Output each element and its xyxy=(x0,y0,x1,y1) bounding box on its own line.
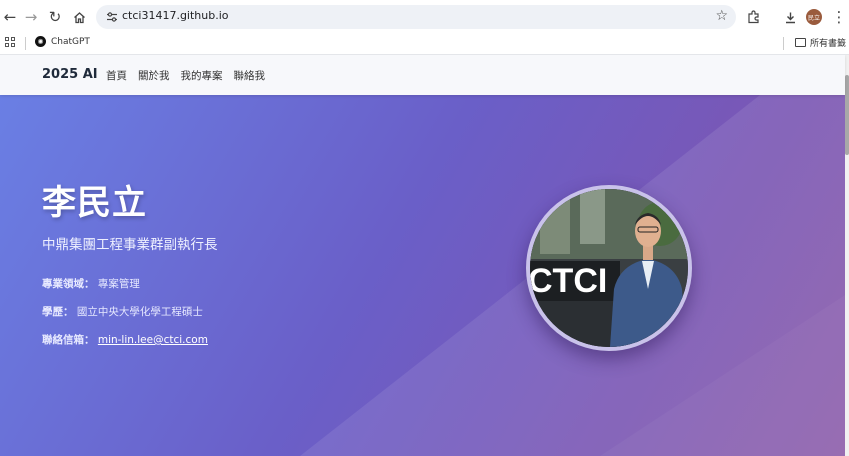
ctci-sign-text: CTCI xyxy=(530,262,607,300)
folder-icon xyxy=(795,38,806,47)
bookmarks-divider xyxy=(783,37,784,50)
bookmarks-bar: ✺ ChatGPT 所有書籤 xyxy=(0,33,849,55)
scrollbar-thumb[interactable] xyxy=(845,75,849,155)
education-value: 國立中央大學化學工程碩士 xyxy=(76,306,203,318)
page-viewport: 2025 AI 首頁 關於我 我的專案 聯絡我 李民立 中鼎集團工程事業群副執行… xyxy=(0,55,849,456)
forward-icon[interactable]: → xyxy=(21,7,41,27)
field-label: 專業領域： xyxy=(42,278,95,290)
info-education-row: 學歷： 國立中央大學化學工程碩士 xyxy=(42,304,203,319)
bookmark-chatgpt[interactable]: ✺ ChatGPT xyxy=(35,36,90,47)
menu-icon[interactable]: ⋮ xyxy=(829,7,849,27)
info-field-row: 專業領域： 專案管理 xyxy=(42,276,140,291)
bookmark-star-icon[interactable]: ☆ xyxy=(715,8,728,24)
back-icon[interactable]: ← xyxy=(0,7,20,27)
all-bookmarks-button[interactable]: 所有書籤 xyxy=(795,36,846,49)
reload-icon[interactable]: ↻ xyxy=(45,7,65,27)
nav-links: 首頁 關於我 我的專案 聯絡我 xyxy=(106,68,265,83)
email-label: 聯絡信箱： xyxy=(42,334,95,346)
profile-photo: CTCI xyxy=(526,185,692,351)
site-info-icon[interactable] xyxy=(104,9,120,25)
nav-link-projects[interactable]: 我的專案 xyxy=(181,68,223,83)
field-value: 專案管理 xyxy=(97,278,140,290)
profile-name: 李民立 xyxy=(42,183,147,223)
portrait-illustration: CTCI xyxy=(530,189,688,347)
profile-avatar[interactable]: 民立 xyxy=(806,9,822,25)
info-email-row: 聯絡信箱： min-lin.lee@ctci.com xyxy=(42,332,208,347)
chatgpt-logo-icon: ✺ xyxy=(35,36,46,47)
all-bookmarks-label: 所有書籤 xyxy=(810,39,847,49)
profile-job-title: 中鼎集團工程事業群副執行長 xyxy=(42,237,218,253)
site-brand[interactable]: 2025 AI xyxy=(42,67,98,82)
url-text[interactable]: ctci31417.github.io xyxy=(122,9,229,22)
download-icon[interactable] xyxy=(780,7,800,27)
page-scrollbar[interactable] xyxy=(845,55,849,456)
hero-section: 李民立 中鼎集團工程事業群副執行長 專業領域： 專案管理 學歷： 國立中央大學化… xyxy=(0,95,845,456)
nav-link-about[interactable]: 關於我 xyxy=(138,68,170,83)
bookmark-label: ChatGPT xyxy=(51,36,90,47)
site-navbar: 2025 AI 首頁 關於我 我的專案 聯絡我 xyxy=(0,55,845,95)
extensions-icon[interactable] xyxy=(744,7,764,27)
apps-grid-icon[interactable] xyxy=(5,37,17,49)
email-link[interactable]: min-lin.lee@ctci.com xyxy=(98,334,208,346)
home-icon[interactable] xyxy=(69,7,89,27)
education-label: 學歷： xyxy=(42,306,74,318)
browser-toolbar: ← → ↻ ctci31417.github.io ☆ 民立 ⋮ xyxy=(0,0,849,33)
bookmarks-divider xyxy=(25,37,26,50)
address-bar[interactable]: ctci31417.github.io ☆ xyxy=(96,5,736,29)
nav-link-home[interactable]: 首頁 xyxy=(106,68,127,83)
nav-link-contact[interactable]: 聯絡我 xyxy=(234,68,266,83)
